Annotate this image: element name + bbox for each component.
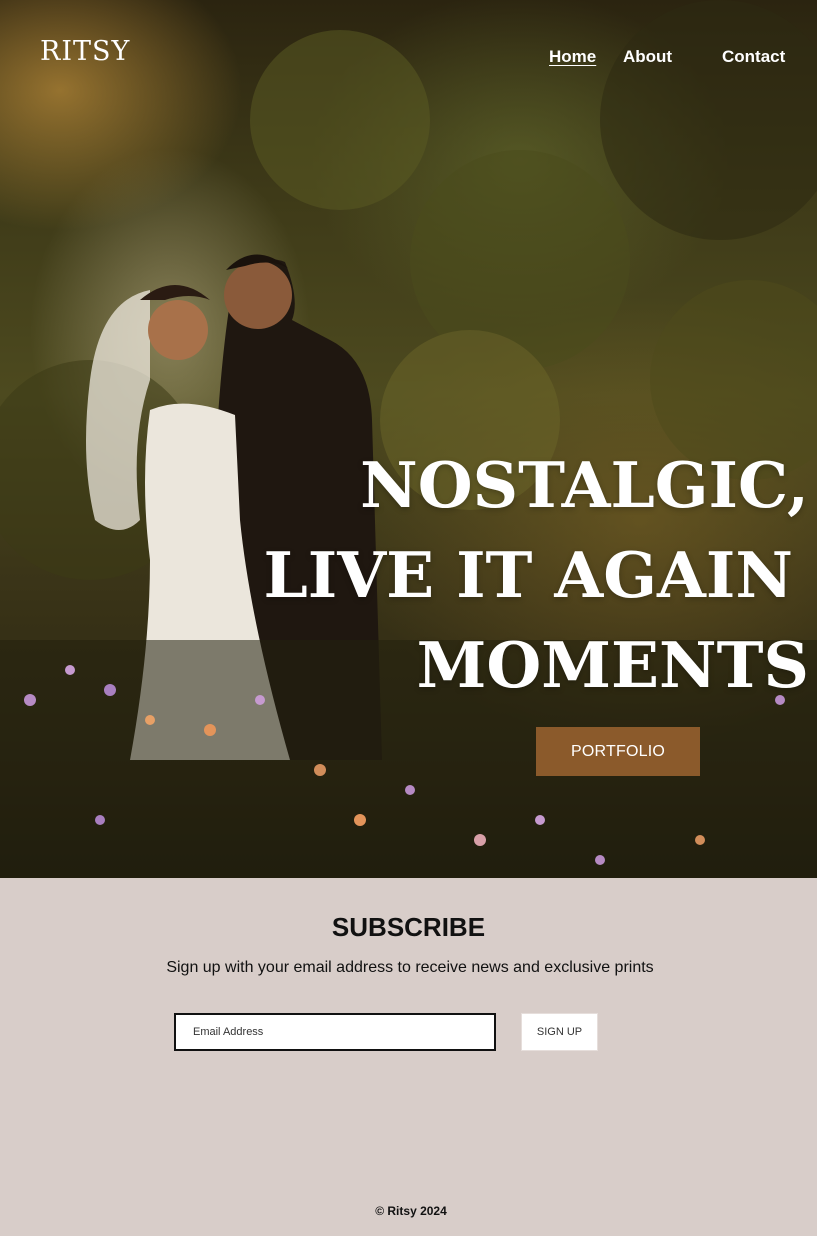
- nav-about-link[interactable]: About: [623, 47, 672, 67]
- headline-line-3: MOMENTS: [416, 628, 809, 702]
- headline-line-2: LIVE IT AGAIN: [263, 538, 793, 612]
- hero-headline: NOSTALGIC, LIVE IT AGAIN MOMENTS: [263, 440, 809, 710]
- headline-line-1: NOSTALGIC,: [360, 448, 809, 522]
- nav-contact-link[interactable]: Contact: [722, 47, 785, 67]
- portfolio-button[interactable]: PORTFOLIO: [536, 727, 700, 776]
- main-nav: Home About Contact: [0, 47, 817, 71]
- footer-copyright: © Ritsy 2024: [375, 1204, 447, 1218]
- nav-home-link[interactable]: Home: [549, 47, 596, 67]
- subscribe-title: SUBSCRIBE: [331, 912, 486, 942]
- subscribe-description: Sign up with your email address to recei…: [166, 959, 654, 976]
- hero-section: RITSY Home About Contact NOSTALGIC, LIVE…: [0, 0, 817, 878]
- sign-up-button[interactable]: SIGN UP: [521, 1013, 598, 1051]
- email-input[interactable]: [174, 1013, 496, 1051]
